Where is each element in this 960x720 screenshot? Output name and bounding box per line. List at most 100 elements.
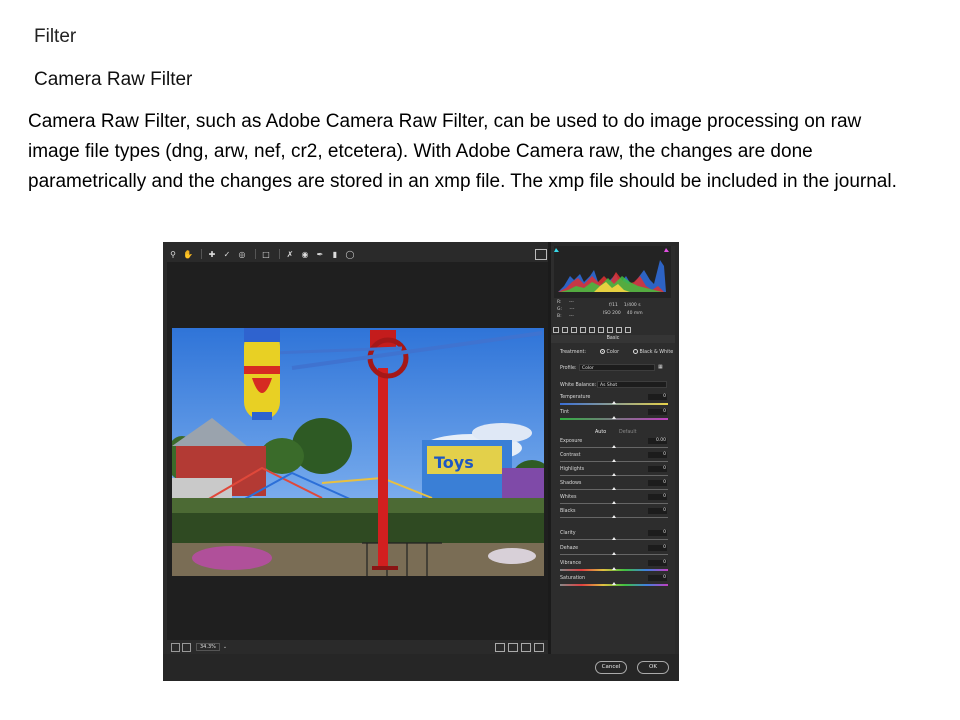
auto-button[interactable]: Auto bbox=[595, 430, 606, 435]
saturation-slider[interactable] bbox=[560, 582, 668, 586]
swap-icon[interactable] bbox=[508, 643, 518, 652]
whites-value[interactable]: 0 bbox=[648, 494, 667, 500]
white-balance-tool-icon[interactable]: ✚ bbox=[206, 248, 218, 260]
dehaze-slider[interactable] bbox=[560, 552, 668, 555]
graduated-filter-icon[interactable]: ▮ bbox=[329, 248, 341, 260]
slider-knob[interactable] bbox=[612, 401, 616, 404]
adjustment-brush-icon[interactable]: ✒ bbox=[314, 248, 326, 260]
slider-knob[interactable] bbox=[612, 501, 616, 504]
view-toggles bbox=[492, 643, 544, 652]
panel-title: Basic bbox=[551, 335, 675, 343]
slider-knob[interactable] bbox=[612, 552, 616, 555]
spot-removal-icon[interactable]: ✗ bbox=[284, 248, 296, 260]
calibration-tab-icon[interactable] bbox=[616, 327, 622, 333]
iso-value: ISO 200 bbox=[603, 311, 621, 316]
toolbar-divider bbox=[279, 249, 280, 259]
slider-knob[interactable] bbox=[612, 537, 616, 540]
dehaze-value[interactable]: 0 bbox=[648, 545, 667, 551]
rgb-readout: R: --- G: --- B: --- f/11 1/400 s ISO 200… bbox=[557, 300, 669, 322]
copy-settings-icon[interactable] bbox=[521, 643, 531, 652]
zoom-tool-icon[interactable]: ⚲ bbox=[167, 248, 179, 260]
shadows-slider[interactable] bbox=[560, 487, 668, 490]
hsl-tab-icon[interactable] bbox=[580, 327, 586, 333]
cancel-button[interactable]: Cancel bbox=[595, 661, 627, 674]
panel-tabs bbox=[553, 326, 673, 334]
treatment-color-label: Color bbox=[606, 350, 620, 355]
treatment-color-option[interactable]: Color bbox=[600, 349, 619, 355]
temperature-value[interactable]: 0 bbox=[648, 394, 667, 400]
temperature-slider[interactable] bbox=[560, 401, 668, 405]
targeted-adjustment-icon[interactable]: ◎ bbox=[236, 248, 248, 260]
before-after-icon[interactable] bbox=[495, 643, 505, 652]
dialog-footer: Cancel OK bbox=[163, 654, 679, 681]
blacks-value[interactable]: 0 bbox=[648, 508, 667, 514]
split-toning-tab-icon[interactable] bbox=[589, 327, 595, 333]
slider-knob[interactable] bbox=[612, 487, 616, 490]
highlights-value[interactable]: 0 bbox=[648, 466, 667, 472]
slider-knob[interactable] bbox=[612, 445, 616, 448]
radio-unselected-icon[interactable] bbox=[633, 349, 638, 354]
lens-tab-icon[interactable] bbox=[598, 327, 604, 333]
detail-tab-icon[interactable] bbox=[571, 327, 577, 333]
zoom-level-dropdown[interactable]: 34.3% bbox=[196, 643, 220, 651]
fullscreen-icon[interactable] bbox=[535, 249, 547, 260]
slider-knob[interactable] bbox=[612, 582, 616, 585]
default-button[interactable]: Default bbox=[619, 430, 637, 435]
transform-tool-icon[interactable]: □ bbox=[260, 248, 272, 260]
exposure-label: Exposure bbox=[560, 439, 583, 444]
clarity-value[interactable]: 0 bbox=[648, 530, 667, 536]
tint-value[interactable]: 0 bbox=[648, 409, 667, 415]
chevron-down-icon[interactable]: ⌄ bbox=[223, 644, 227, 650]
profile-dropdown[interactable]: Color bbox=[579, 364, 655, 371]
slider-knob[interactable] bbox=[612, 515, 616, 518]
camera-raw-window: ⚲ ✋ ✚ ✓ ◎ □ ✗ ◉ ✒ ▮ ◯ Toys 34.3% ⌄ R: --… bbox=[163, 242, 679, 681]
zoom-out-icon[interactable] bbox=[171, 642, 180, 652]
treatment-bw-option[interactable]: Black & White bbox=[633, 349, 673, 355]
saturation-label: Saturation bbox=[560, 576, 586, 581]
ok-button[interactable]: OK bbox=[637, 661, 669, 674]
blacks-slider[interactable] bbox=[560, 515, 668, 518]
presets-tab-icon[interactable] bbox=[625, 327, 631, 333]
saturation-value[interactable]: 0 bbox=[648, 575, 667, 581]
settings-panel: R: --- G: --- B: --- f/11 1/400 s ISO 200… bbox=[551, 246, 675, 654]
contrast-slider[interactable] bbox=[560, 459, 668, 462]
tint-slider[interactable] bbox=[560, 416, 668, 420]
tone-curve-tab-icon[interactable] bbox=[562, 327, 568, 333]
white-balance-dropdown[interactable]: As Shot bbox=[597, 381, 667, 388]
profile-label: Profile: bbox=[560, 366, 577, 371]
exposure-slider[interactable] bbox=[560, 445, 668, 448]
basic-tab-icon[interactable] bbox=[553, 327, 559, 333]
color-sampler-icon[interactable]: ✓ bbox=[221, 248, 233, 260]
highlights-slider[interactable] bbox=[560, 473, 668, 476]
blacks-label: Blacks bbox=[560, 509, 576, 514]
slider-knob[interactable] bbox=[612, 473, 616, 476]
red-eye-icon[interactable]: ◉ bbox=[299, 248, 311, 260]
zoom-in-icon[interactable] bbox=[182, 642, 191, 652]
preview-bottom-bar: 34.3% ⌄ bbox=[167, 640, 548, 654]
profile-browser-icon[interactable]: ▦ bbox=[658, 364, 663, 370]
shadows-value[interactable]: 0 bbox=[648, 480, 667, 486]
vibrance-slider[interactable] bbox=[560, 567, 668, 571]
slider-knob[interactable] bbox=[612, 459, 616, 462]
radial-filter-icon[interactable]: ◯ bbox=[344, 248, 356, 260]
toggle-settings-icon[interactable] bbox=[534, 643, 544, 652]
focal-length-value: 40 mm bbox=[626, 311, 643, 316]
vibrance-value[interactable]: 0 bbox=[648, 560, 667, 566]
clarity-slider[interactable] bbox=[560, 537, 668, 540]
b-value: --- bbox=[569, 314, 574, 319]
whites-slider[interactable] bbox=[560, 501, 668, 504]
toolbar-divider bbox=[255, 249, 256, 259]
tool-bar: ⚲ ✋ ✚ ✓ ◎ □ ✗ ◉ ✒ ▮ ◯ bbox=[167, 246, 549, 262]
effects-tab-icon[interactable] bbox=[607, 327, 613, 333]
contrast-value[interactable]: 0 bbox=[648, 452, 667, 458]
slider-knob[interactable] bbox=[612, 567, 616, 570]
exposure-value[interactable]: 0.00 bbox=[648, 438, 667, 444]
b-label: B: bbox=[557, 314, 562, 319]
hand-tool-icon[interactable]: ✋ bbox=[182, 248, 194, 260]
slide-body: Camera Raw Filter, such as Adobe Camera … bbox=[28, 111, 897, 192]
g-value: --- bbox=[569, 307, 575, 312]
radio-selected-icon[interactable] bbox=[600, 349, 605, 354]
aperture-value: f/11 bbox=[609, 303, 618, 308]
slider-knob[interactable] bbox=[612, 416, 616, 419]
slide-subheading: Camera Raw Filter bbox=[34, 69, 193, 90]
